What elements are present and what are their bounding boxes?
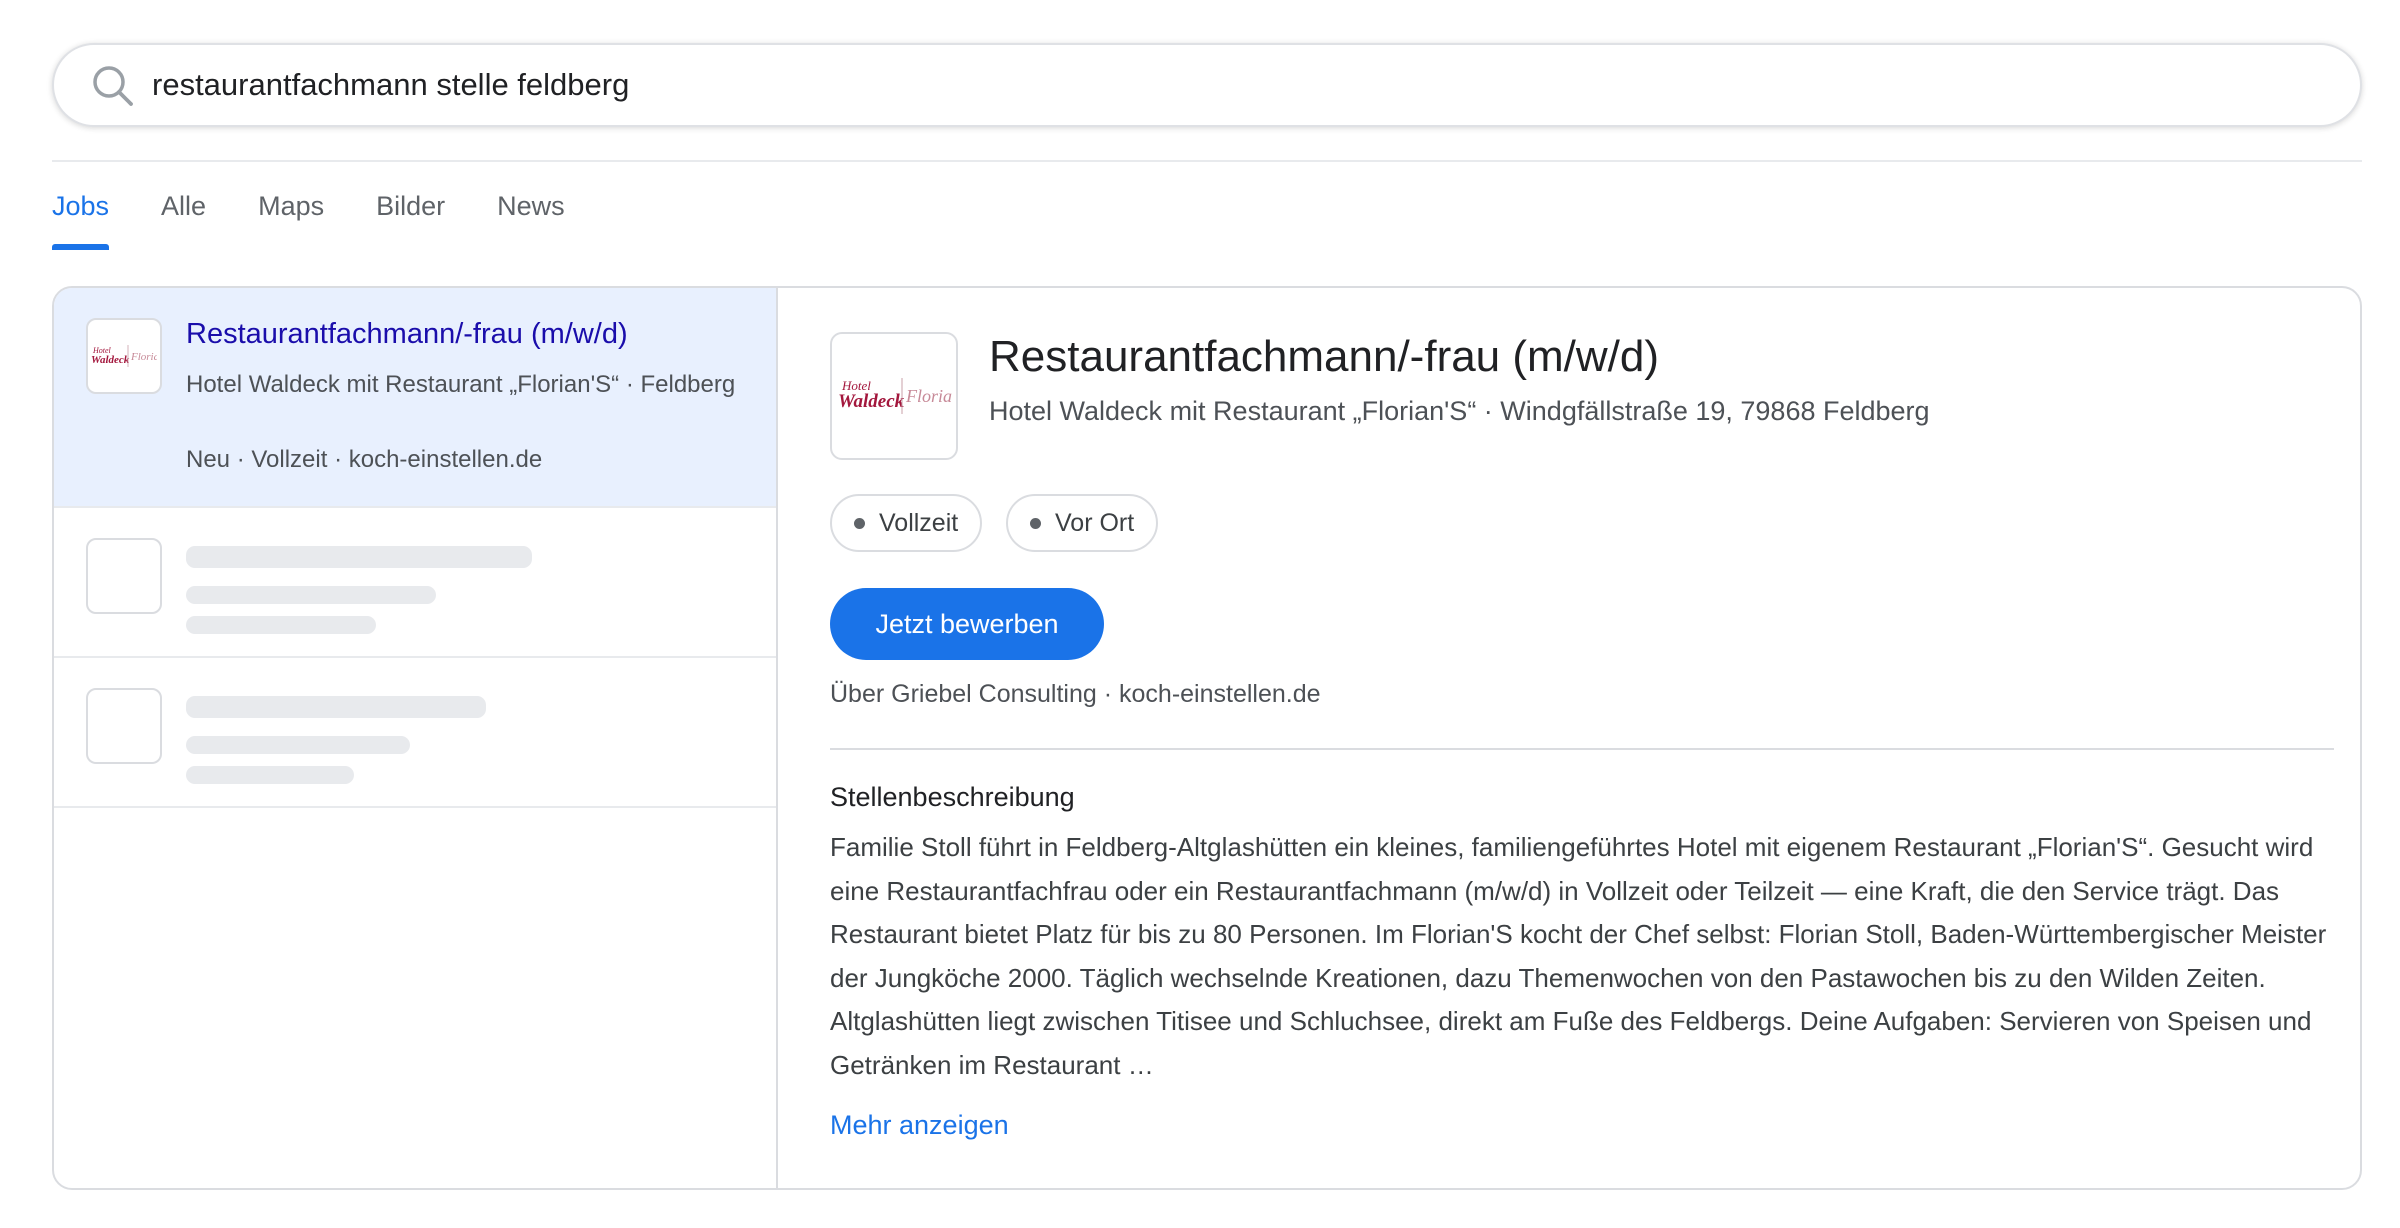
tab-news[interactable]: News: [497, 186, 565, 250]
job-title-link[interactable]: Restaurantfachmann/-frau (m/w/d): [186, 318, 628, 351]
chip-label: Vollzeit: [879, 508, 959, 537]
svg-text:Waldeck: Waldeck: [838, 391, 905, 412]
header-divider: [52, 160, 2362, 162]
svg-text:Waldeck: Waldeck: [91, 354, 130, 366]
skeleton-title: [186, 546, 532, 568]
company-logo: Hotel Waldeck Florian: [86, 318, 162, 394]
hotel-waldeck-logo-icon: Hotel Waldeck Florian: [838, 378, 952, 414]
job-list-item-selected[interactable]: Hotel Waldeck Florian Restaurantfachmann…: [54, 288, 776, 508]
bullet-icon: [1030, 517, 1041, 529]
chip-label: Vor Ort: [1055, 508, 1135, 537]
svg-text:Florian: Florian: [130, 351, 157, 363]
search-bar[interactable]: [52, 43, 2362, 127]
svg-text:Florian: Florian: [905, 386, 952, 406]
skeleton-line: [186, 766, 354, 784]
job-list-item-loading: [54, 658, 776, 808]
logo-placeholder: [86, 688, 162, 764]
tab-bilder[interactable]: Bilder: [376, 186, 445, 250]
detail-company-logo: Hotel Waldeck Florian: [830, 332, 958, 460]
job-meta: Neu · Vollzeit · koch-einstellen.de: [186, 446, 543, 473]
detail-job-title: Restaurantfachmann/-frau (m/w/d): [989, 332, 1660, 381]
source-line: Über Griebel Consulting · koch-einstelle…: [830, 680, 1321, 708]
skeleton-line: [186, 586, 436, 604]
tab-maps[interactable]: Maps: [258, 186, 324, 250]
tab-jobs[interactable]: Jobs: [52, 186, 110, 250]
search-icon[interactable]: [90, 63, 136, 109]
skeleton-line: [186, 616, 376, 634]
jobs-card: Hotel Waldeck Florian Restaurantfachmann…: [52, 286, 2362, 1190]
show-more-link[interactable]: Mehr anzeigen: [830, 1110, 1009, 1141]
search-tabs: Jobs Alle Maps Bilder News: [52, 186, 617, 250]
detail-divider: [830, 748, 2334, 750]
tab-alle[interactable]: Alle: [161, 186, 206, 250]
skeleton-title: [186, 696, 486, 718]
chip-location-type: Vor Ort: [1006, 494, 1159, 552]
description-text: Familie Stoll führt in Feldberg-Altglash…: [830, 832, 2327, 1080]
description-heading: Stellenbeschreibung: [830, 782, 1075, 812]
chip-employment-type: Vollzeit: [830, 494, 983, 552]
skeleton-line: [186, 736, 410, 754]
hotel-waldeck-logo-icon: Hotel Waldeck Florian: [91, 345, 157, 367]
logo-placeholder: [86, 538, 162, 614]
job-list-item-loading: [54, 508, 776, 658]
bullet-icon: [854, 517, 865, 529]
job-list: Hotel Waldeck Florian Restaurantfachmann…: [54, 288, 778, 1188]
search-input[interactable]: [152, 55, 2302, 115]
detail-company-address: Hotel Waldeck mit Restaurant „Florian'S“…: [989, 396, 1930, 426]
apply-button[interactable]: Jetzt bewerben: [830, 588, 1104, 660]
job-company: Hotel Waldeck mit Restaurant „Florian'S“…: [186, 371, 736, 398]
